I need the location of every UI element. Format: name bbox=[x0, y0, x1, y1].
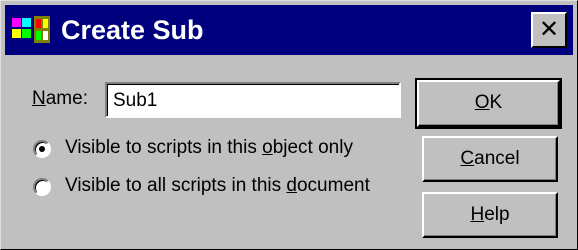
help-button[interactable]: Help bbox=[422, 192, 558, 238]
radio-selected-dot bbox=[39, 146, 45, 152]
radio-object-only-label[interactable]: Visible to scripts in this object only bbox=[65, 136, 353, 160]
vb-app-icon bbox=[12, 16, 50, 43]
radio-all-document[interactable] bbox=[33, 178, 51, 196]
radio-object-only[interactable] bbox=[33, 140, 51, 158]
title-bar[interactable]: Create Sub ✕ bbox=[5, 5, 573, 55]
name-input[interactable]: Sub1 bbox=[105, 82, 401, 118]
ok-button[interactable]: OK bbox=[415, 78, 562, 129]
close-icon: ✕ bbox=[538, 15, 560, 43]
close-button[interactable]: ✕ bbox=[531, 12, 567, 48]
create-sub-dialog: Create Sub ✕ Name: Sub1 Visible to scrip… bbox=[0, 0, 578, 250]
name-label: Name: bbox=[32, 88, 88, 109]
cancel-button[interactable]: Cancel bbox=[422, 136, 558, 182]
radio-all-document-label[interactable]: Visible to all scripts in this document bbox=[65, 174, 370, 198]
dialog-title: Create Sub bbox=[61, 15, 204, 45]
